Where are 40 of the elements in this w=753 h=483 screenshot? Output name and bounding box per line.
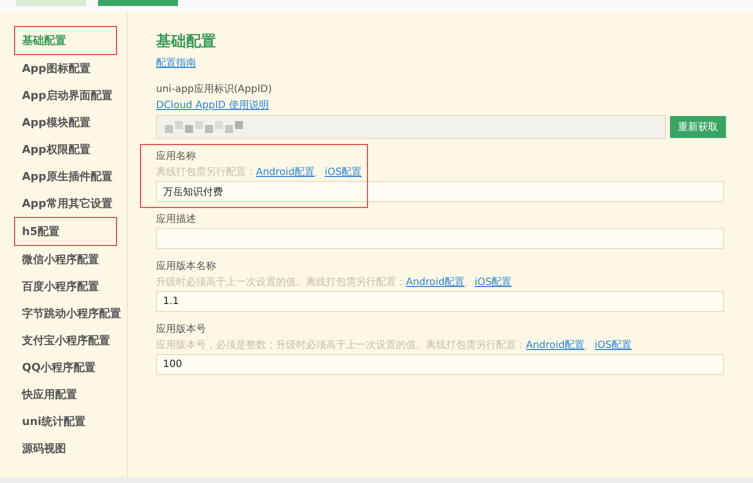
- field-label: 应用名称: [156, 150, 196, 163]
- sidebar-item[interactable]: 微信小程序配置: [0, 246, 127, 273]
- field-hint: 应用版本号，必须是整数；升级时必须高于上一次设置的值。离线打包需另行配置：Android配置、iOS配置: [156, 338, 632, 352]
- field-label: 应用描述: [156, 212, 196, 226]
- field-label: uni-app应用标识(AppID): [156, 82, 272, 96]
- config-link[interactable]: Android配置: [406, 277, 465, 288]
- sidebar-item[interactable]: 源码视图: [0, 435, 127, 462]
- sidebar-item[interactable]: App常用其它设置: [0, 190, 127, 217]
- sidebar-item[interactable]: App权限配置: [0, 136, 127, 163]
- page-title: 基础配置: [156, 32, 217, 51]
- field-hint: 离线打包需另行配置：Android配置、iOS配置: [156, 166, 362, 179]
- file-tab[interactable]: [98, 0, 178, 6]
- sidebar-item[interactable]: 支付宝小程序配置: [0, 327, 127, 354]
- sidebar-item[interactable]: 字节跳动小程序配置: [0, 300, 127, 327]
- field-label: 应用版本名称: [156, 260, 216, 273]
- sidebar-item[interactable]: App图标配置: [0, 55, 127, 82]
- sidebar-item[interactable]: QQ小程序配置: [0, 354, 127, 381]
- config-link[interactable]: iOS配置: [324, 167, 362, 178]
- text-field[interactable]: 100: [156, 354, 724, 375]
- sidebar-item[interactable]: App模块配置: [0, 109, 127, 136]
- appid-field[interactable]: [156, 115, 666, 139]
- config-link[interactable]: Android配置: [526, 340, 585, 351]
- sidebar-item[interactable]: App原生插件配置: [0, 163, 127, 190]
- file-tab[interactable]: [16, 0, 86, 6]
- blurred-value-icon: [165, 121, 245, 133]
- sidebar-item[interactable]: 百度小程序配置: [0, 273, 127, 300]
- sidebar-item[interactable]: 快应用配置: [0, 381, 127, 408]
- field-label: 应用版本号: [156, 322, 206, 336]
- config-link[interactable]: Android配置: [256, 167, 315, 178]
- sidebar-item[interactable]: App启动界面配置: [0, 82, 127, 109]
- text-field[interactable]: [156, 228, 724, 249]
- config-link[interactable]: iOS配置: [594, 340, 632, 351]
- help-link[interactable]: DCloud AppID 使用说明: [156, 98, 269, 112]
- text-field[interactable]: 万岳知识付费: [156, 181, 724, 202]
- sidebar-item[interactable]: uni统计配置: [0, 408, 127, 435]
- field-hint: 升级时必须高于上一次设置的值。离线打包需另行配置：Android配置、iOS配置: [156, 276, 512, 289]
- config-link[interactable]: iOS配置: [474, 277, 512, 288]
- sidebar-item[interactable]: h5配置: [14, 217, 117, 246]
- guide-link[interactable]: 配置指南: [156, 58, 196, 69]
- text-field[interactable]: 1.1: [156, 291, 724, 312]
